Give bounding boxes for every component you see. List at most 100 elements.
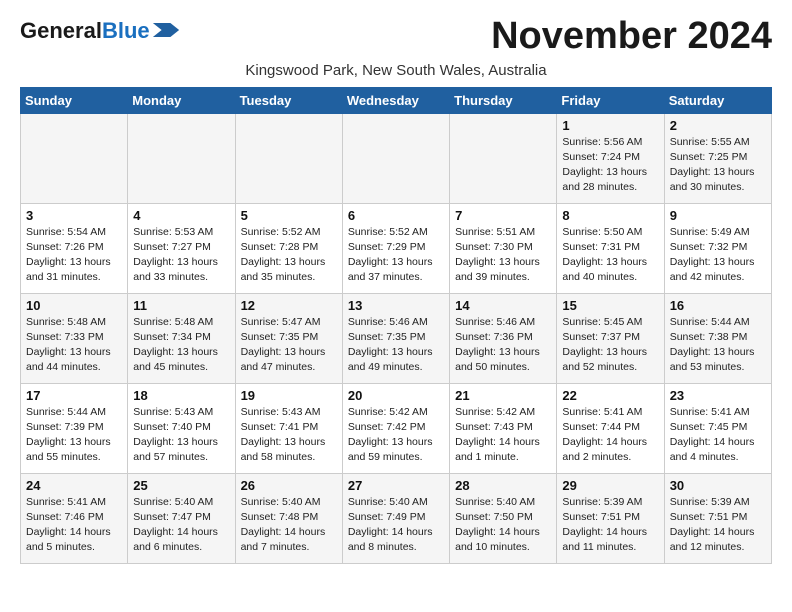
day-info: Sunrise: 5:43 AMSunset: 7:40 PMDaylight:… xyxy=(133,405,229,466)
day-info: Sunrise: 5:44 AMSunset: 7:39 PMDaylight:… xyxy=(26,405,122,466)
day-info: Sunrise: 5:48 AMSunset: 7:34 PMDaylight:… xyxy=(133,315,229,376)
day-info: Sunrise: 5:40 AMSunset: 7:50 PMDaylight:… xyxy=(455,495,551,556)
calendar-cell: 4 Sunrise: 5:53 AMSunset: 7:27 PMDaylight… xyxy=(128,203,235,293)
day-number: 13 xyxy=(348,298,444,313)
day-info: Sunrise: 5:49 AMSunset: 7:32 PMDaylight:… xyxy=(670,225,766,286)
day-number: 9 xyxy=(670,208,766,223)
day-info: Sunrise: 5:43 AMSunset: 7:41 PMDaylight:… xyxy=(241,405,337,466)
weekday-header-sunday: Sunday xyxy=(21,87,128,113)
weekday-header-tuesday: Tuesday xyxy=(235,87,342,113)
day-number: 20 xyxy=(348,388,444,403)
day-number: 16 xyxy=(670,298,766,313)
day-number: 18 xyxy=(133,388,229,403)
day-number: 1 xyxy=(562,118,658,133)
calendar-cell: 30 Sunrise: 5:39 AMSunset: 7:51 PMDayligh… xyxy=(664,473,771,563)
day-info: Sunrise: 5:54 AMSunset: 7:26 PMDaylight:… xyxy=(26,225,122,286)
weekday-header-wednesday: Wednesday xyxy=(342,87,449,113)
day-info: Sunrise: 5:40 AMSunset: 7:48 PMDaylight:… xyxy=(241,495,337,556)
header: GeneralBlue November 2024 xyxy=(20,16,772,58)
calendar-table: SundayMondayTuesdayWednesdayThursdayFrid… xyxy=(20,87,772,564)
day-info: Sunrise: 5:44 AMSunset: 7:38 PMDaylight:… xyxy=(670,315,766,376)
day-number: 21 xyxy=(455,388,551,403)
day-info: Sunrise: 5:52 AMSunset: 7:29 PMDaylight:… xyxy=(348,225,444,286)
calendar-cell: 28Sunrise: 5:40 AMSunset: 7:50 PMDayligh… xyxy=(450,473,557,563)
weekday-header-friday: Friday xyxy=(557,87,664,113)
day-number: 15 xyxy=(562,298,658,313)
calendar-cell xyxy=(128,113,235,203)
day-info: Sunrise: 5:40 AMSunset: 7:49 PMDaylight:… xyxy=(348,495,444,556)
calendar-cell: 24 Sunrise: 5:41 AMSunset: 7:46 PMDayligh… xyxy=(21,473,128,563)
day-number: 22 xyxy=(562,388,658,403)
day-number: 2 xyxy=(670,118,766,133)
day-number: 8 xyxy=(562,208,658,223)
calendar-cell xyxy=(342,113,449,203)
day-info: Sunrise: 5:48 AMSunset: 7:33 PMDaylight:… xyxy=(26,315,122,376)
day-info: Sunrise: 5:42 AMSunset: 7:42 PMDaylight:… xyxy=(348,405,444,466)
calendar-cell: 16 Sunrise: 5:44 AMSunset: 7:38 PMDayligh… xyxy=(664,293,771,383)
logo-arrow-icon xyxy=(152,23,180,37)
day-number: 25 xyxy=(133,478,229,493)
calendar-cell: 6 Sunrise: 5:52 AMSunset: 7:29 PMDaylight… xyxy=(342,203,449,293)
day-number: 17 xyxy=(26,388,122,403)
calendar-week-row: 10 Sunrise: 5:48 AMSunset: 7:33 PMDayligh… xyxy=(21,293,772,383)
day-info: Sunrise: 5:46 AMSunset: 7:35 PMDaylight:… xyxy=(348,315,444,376)
calendar-cell: 19 Sunrise: 5:43 AMSunset: 7:41 PMDayligh… xyxy=(235,383,342,473)
day-info: Sunrise: 5:39 AMSunset: 7:51 PMDaylight:… xyxy=(670,495,766,556)
day-info: Sunrise: 5:50 AMSunset: 7:31 PMDaylight:… xyxy=(562,225,658,286)
calendar-cell: 8 Sunrise: 5:50 AMSunset: 7:31 PMDaylight… xyxy=(557,203,664,293)
day-info: Sunrise: 5:40 AMSunset: 7:47 PMDaylight:… xyxy=(133,495,229,556)
day-number: 27 xyxy=(348,478,444,493)
weekday-header-row: SundayMondayTuesdayWednesdayThursdayFrid… xyxy=(21,87,772,113)
calendar-cell: 11 Sunrise: 5:48 AMSunset: 7:34 PMDayligh… xyxy=(128,293,235,383)
calendar-cell: 20 Sunrise: 5:42 AMSunset: 7:42 PMDayligh… xyxy=(342,383,449,473)
day-number: 11 xyxy=(133,298,229,313)
calendar-cell: 13 Sunrise: 5:46 AMSunset: 7:35 PMDayligh… xyxy=(342,293,449,383)
day-number: 29 xyxy=(562,478,658,493)
day-info: Sunrise: 5:47 AMSunset: 7:35 PMDaylight:… xyxy=(241,315,337,376)
calendar-cell: 26 Sunrise: 5:40 AMSunset: 7:48 PMDayligh… xyxy=(235,473,342,563)
day-info: Sunrise: 5:45 AMSunset: 7:37 PMDaylight:… xyxy=(562,315,658,376)
location-title: Kingswood Park, New South Wales, Austral… xyxy=(20,62,772,79)
day-number: 5 xyxy=(241,208,337,223)
day-number: 30 xyxy=(670,478,766,493)
day-info: Sunrise: 5:39 AMSunset: 7:51 PMDaylight:… xyxy=(562,495,658,556)
calendar-week-row: 1 Sunrise: 5:56 AMSunset: 7:24 PMDaylight… xyxy=(21,113,772,203)
calendar-cell: 27 Sunrise: 5:40 AMSunset: 7:49 PMDayligh… xyxy=(342,473,449,563)
calendar-cell: 7 Sunrise: 5:51 AMSunset: 7:30 PMDaylight… xyxy=(450,203,557,293)
day-number: 19 xyxy=(241,388,337,403)
logo-text: GeneralBlue xyxy=(20,20,150,42)
calendar-week-row: 3Sunrise: 5:54 AMSunset: 7:26 PMDaylight… xyxy=(21,203,772,293)
day-info: Sunrise: 5:46 AMSunset: 7:36 PMDaylight:… xyxy=(455,315,551,376)
day-info: Sunrise: 5:52 AMSunset: 7:28 PMDaylight:… xyxy=(241,225,337,286)
day-number: 7 xyxy=(455,208,551,223)
calendar-cell: 1 Sunrise: 5:56 AMSunset: 7:24 PMDaylight… xyxy=(557,113,664,203)
calendar-cell: 10 Sunrise: 5:48 AMSunset: 7:33 PMDayligh… xyxy=(21,293,128,383)
month-title: November 2024 xyxy=(491,16,772,58)
day-number: 6 xyxy=(348,208,444,223)
calendar-cell xyxy=(450,113,557,203)
calendar-cell: 17 Sunrise: 5:44 AMSunset: 7:39 PMDayligh… xyxy=(21,383,128,473)
logo-general: General xyxy=(20,18,102,43)
day-number: 10 xyxy=(26,298,122,313)
day-info: Sunrise: 5:51 AMSunset: 7:30 PMDaylight:… xyxy=(455,225,551,286)
calendar-cell: 12Sunrise: 5:47 AMSunset: 7:35 PMDayligh… xyxy=(235,293,342,383)
calendar-week-row: 24 Sunrise: 5:41 AMSunset: 7:46 PMDayligh… xyxy=(21,473,772,563)
day-number: 23 xyxy=(670,388,766,403)
calendar-cell: 18 Sunrise: 5:43 AMSunset: 7:40 PMDayligh… xyxy=(128,383,235,473)
day-number: 4 xyxy=(133,208,229,223)
day-number: 26 xyxy=(241,478,337,493)
calendar-cell: 29 Sunrise: 5:39 AMSunset: 7:51 PMDayligh… xyxy=(557,473,664,563)
day-info: Sunrise: 5:53 AMSunset: 7:27 PMDaylight:… xyxy=(133,225,229,286)
day-number: 24 xyxy=(26,478,122,493)
logo-blue: Blue xyxy=(102,18,150,43)
day-info: Sunrise: 5:56 AMSunset: 7:24 PMDaylight:… xyxy=(562,135,658,196)
day-number: 14 xyxy=(455,298,551,313)
calendar-cell xyxy=(21,113,128,203)
weekday-header-monday: Monday xyxy=(128,87,235,113)
calendar-cell: 3Sunrise: 5:54 AMSunset: 7:26 PMDaylight… xyxy=(21,203,128,293)
day-info: Sunrise: 5:41 AMSunset: 7:46 PMDaylight:… xyxy=(26,495,122,556)
calendar-cell: 15 Sunrise: 5:45 AMSunset: 7:37 PMDayligh… xyxy=(557,293,664,383)
calendar-cell: 21Sunrise: 5:42 AMSunset: 7:43 PMDayligh… xyxy=(450,383,557,473)
calendar-cell: 25 Sunrise: 5:40 AMSunset: 7:47 PMDayligh… xyxy=(128,473,235,563)
day-info: Sunrise: 5:41 AMSunset: 7:45 PMDaylight:… xyxy=(670,405,766,466)
